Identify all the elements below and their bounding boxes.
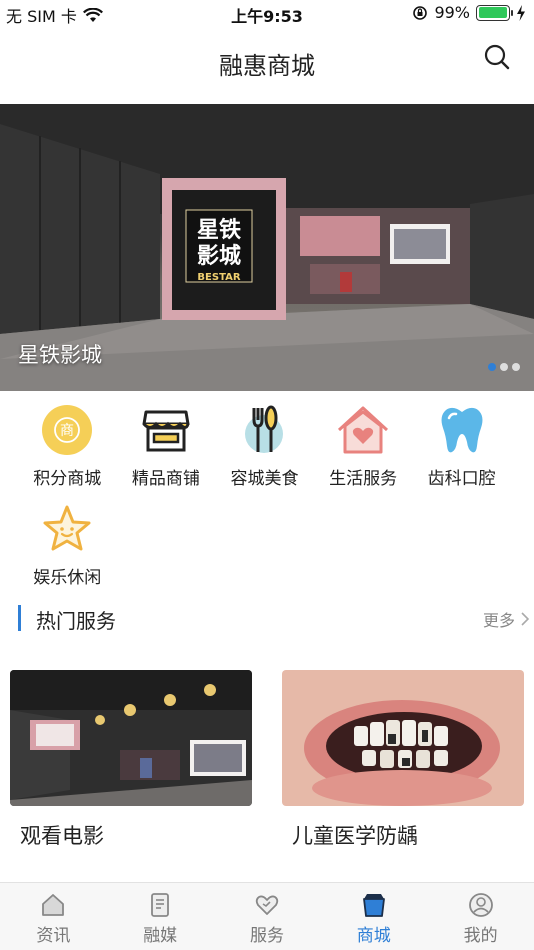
page-title: 融惠商城 [219, 52, 315, 80]
points-mall-badge: 商 [60, 423, 74, 439]
tab-news[interactable]: 资讯 [0, 883, 107, 950]
points-mall-icon: 商 [39, 402, 95, 458]
tab-label: 我的 [463, 926, 498, 946]
category-points-mall[interactable]: 商 积分商城 [18, 402, 117, 489]
tab-label: 服务 [249, 926, 284, 946]
section-accent-bar [18, 605, 21, 631]
category-shop[interactable]: 精品商铺 [117, 402, 216, 489]
category-entertainment[interactable]: 娱乐休闲 [18, 501, 117, 588]
tab-service[interactable]: 服务 [214, 883, 321, 950]
card-title: 儿童医学防龋 [292, 824, 418, 848]
search-icon[interactable] [482, 42, 512, 72]
battery-icon [476, 4, 513, 21]
orientation-lock-icon [413, 5, 428, 20]
banner-carousel[interactable]: 星铁 影城 BESTAR 星铁影城 [0, 104, 534, 391]
category-label: 积分商城 [33, 469, 102, 489]
star-icon [39, 501, 95, 557]
tab-label: 商城 [356, 926, 391, 946]
tab-media[interactable]: 融媒 [107, 883, 214, 950]
tab-label: 融媒 [143, 926, 178, 946]
profile-icon [468, 893, 493, 917]
tooth-icon [434, 402, 490, 458]
section-title: 热门服务 [36, 609, 116, 633]
home-icon [42, 894, 65, 916]
bag-icon [362, 894, 385, 917]
tab-bar: 资讯 融媒 服务 商城 我的 [0, 882, 534, 950]
more-link[interactable]: 更多 [483, 607, 530, 631]
shop-icon [138, 402, 194, 458]
document-icon [151, 893, 170, 917]
category-label: 生活服务 [329, 469, 398, 489]
child-teeth-image [282, 670, 524, 806]
carousel-dot[interactable] [488, 363, 496, 371]
battery-percent: 99% [434, 3, 470, 22]
carousel-indicator [488, 363, 520, 371]
category-label: 齿科口腔 [427, 469, 496, 489]
tab-label: 资讯 [36, 926, 71, 946]
category-dental[interactable]: 齿科口腔 [412, 402, 511, 489]
banner-caption: 星铁影城 [18, 343, 102, 367]
service-card[interactable]: 儿童医学防龋 [282, 670, 524, 850]
status-bar: 无 SIM 卡 上午9:53 99% [0, 0, 534, 26]
nav-bar: 融惠商城 [0, 26, 534, 100]
category-grid: 商 积分商城 精品商铺 容城美食 生活服务 齿科口腔 娱乐休闲 [18, 402, 518, 588]
tab-profile[interactable]: 我的 [427, 883, 534, 950]
carousel-dot[interactable] [500, 363, 508, 371]
life-service-icon [335, 402, 391, 458]
hot-services-header: 热门服务 更多 [18, 603, 530, 633]
heart-icon [255, 895, 279, 915]
category-label: 容城美食 [230, 469, 299, 489]
category-label: 娱乐休闲 [33, 568, 102, 588]
charging-icon [517, 4, 525, 21]
carousel-dot[interactable] [512, 363, 520, 371]
sign-line-2: 影城 [197, 243, 241, 269]
food-icon [236, 402, 292, 458]
category-label: 精品商铺 [131, 469, 200, 489]
category-food[interactable]: 容城美食 [215, 402, 314, 489]
chevron-right-icon [521, 612, 530, 626]
more-label: 更多 [482, 611, 515, 630]
service-card[interactable]: 观看电影 [10, 670, 252, 850]
card-title: 观看电影 [20, 824, 104, 848]
cinema-interior-image [10, 670, 252, 806]
category-life-service[interactable]: 生活服务 [314, 402, 413, 489]
service-cards: 观看电影 儿童医学防龋 [10, 670, 524, 850]
sign-line-1: 星铁 [197, 217, 241, 243]
tab-mall[interactable]: 商城 [320, 883, 427, 950]
sign-line-3: BESTAR [197, 272, 240, 283]
